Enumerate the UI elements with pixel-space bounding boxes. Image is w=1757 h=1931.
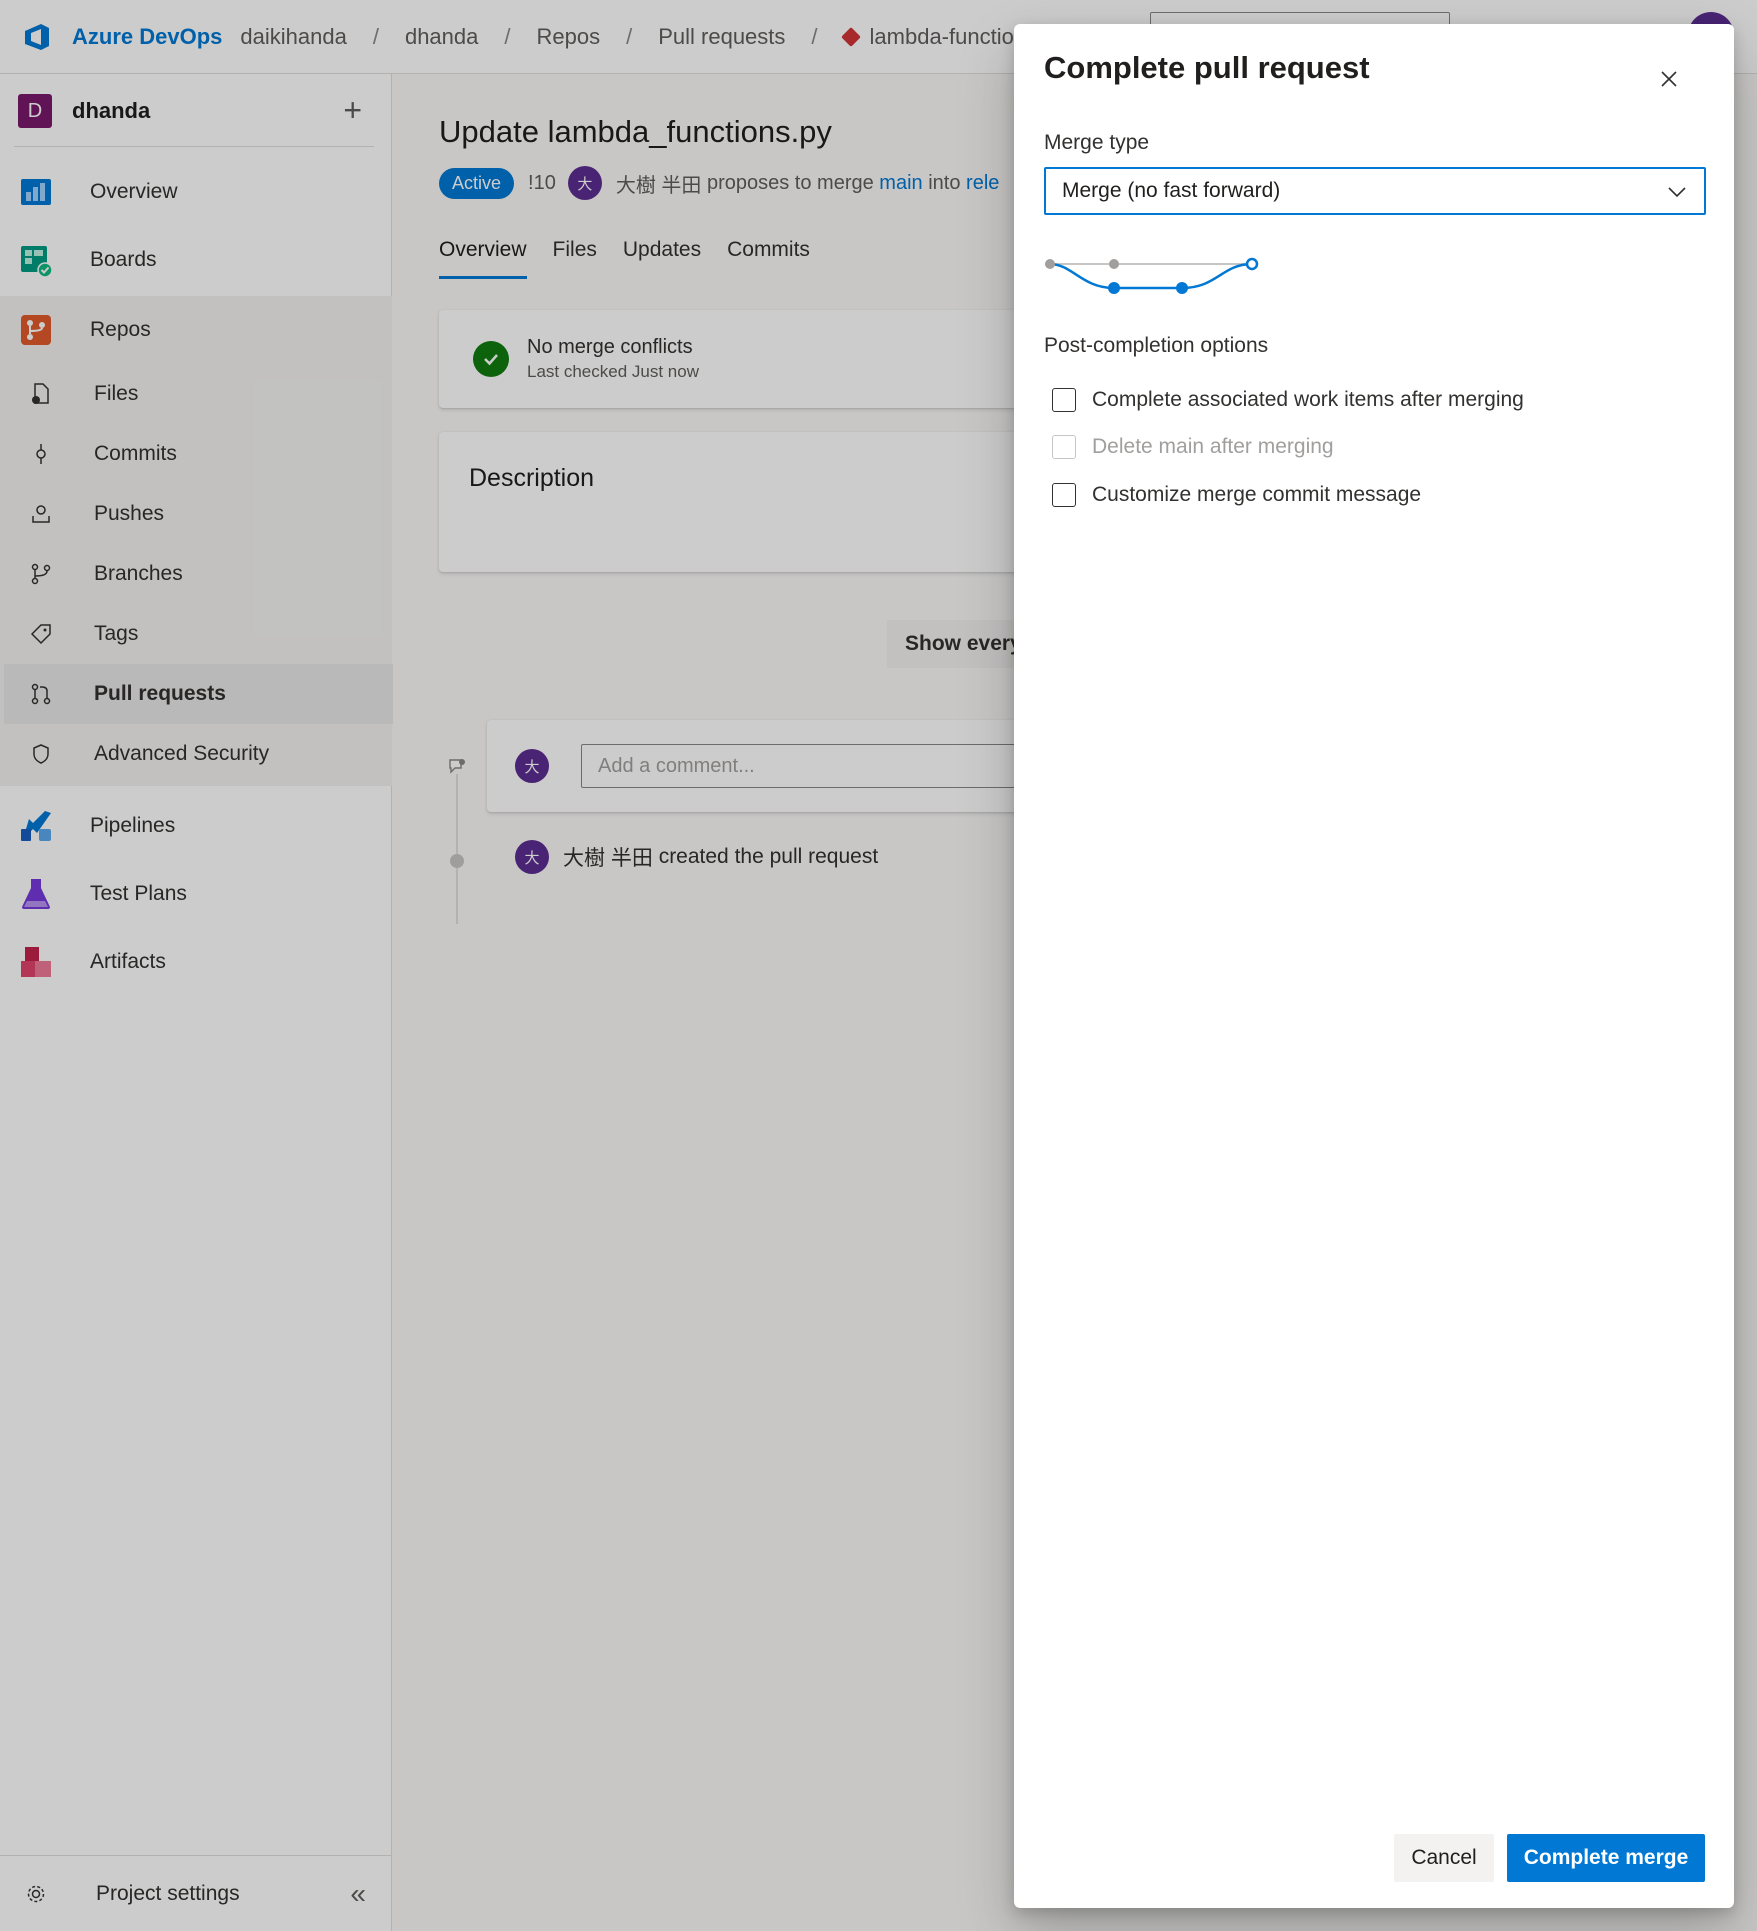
option-delete-source-branch: Delete main after merging: [1052, 435, 1334, 459]
option-customize-message[interactable]: Customize merge commit message: [1052, 483, 1421, 507]
complete-pr-dialog: Complete pull request Merge type Merge (…: [1014, 24, 1734, 1908]
close-icon[interactable]: [1654, 64, 1684, 94]
checkbox[interactable]: [1052, 483, 1076, 507]
option-label: Complete associated work items after mer…: [1092, 388, 1524, 411]
option-complete-work-items[interactable]: Complete associated work items after mer…: [1052, 388, 1524, 412]
checkbox[interactable]: [1052, 388, 1076, 412]
merge-type-value: Merge (no fast forward): [1062, 179, 1281, 202]
cancel-button[interactable]: Cancel: [1394, 1834, 1494, 1882]
merge-type-label: Merge type: [1044, 131, 1150, 154]
post-completion-label: Post-completion options: [1044, 334, 1269, 357]
dialog-title: Complete pull request: [1044, 50, 1370, 85]
complete-merge-button[interactable]: Complete merge: [1507, 1834, 1705, 1882]
merge-type-dropdown[interactable]: Merge (no fast forward): [1044, 167, 1706, 215]
merge-graph-diagram: [1042, 250, 1262, 305]
option-label: Delete main after merging: [1092, 435, 1334, 458]
checkbox: [1052, 435, 1076, 459]
option-label: Customize merge commit message: [1092, 483, 1422, 506]
chevron-down-icon: [1666, 181, 1688, 203]
